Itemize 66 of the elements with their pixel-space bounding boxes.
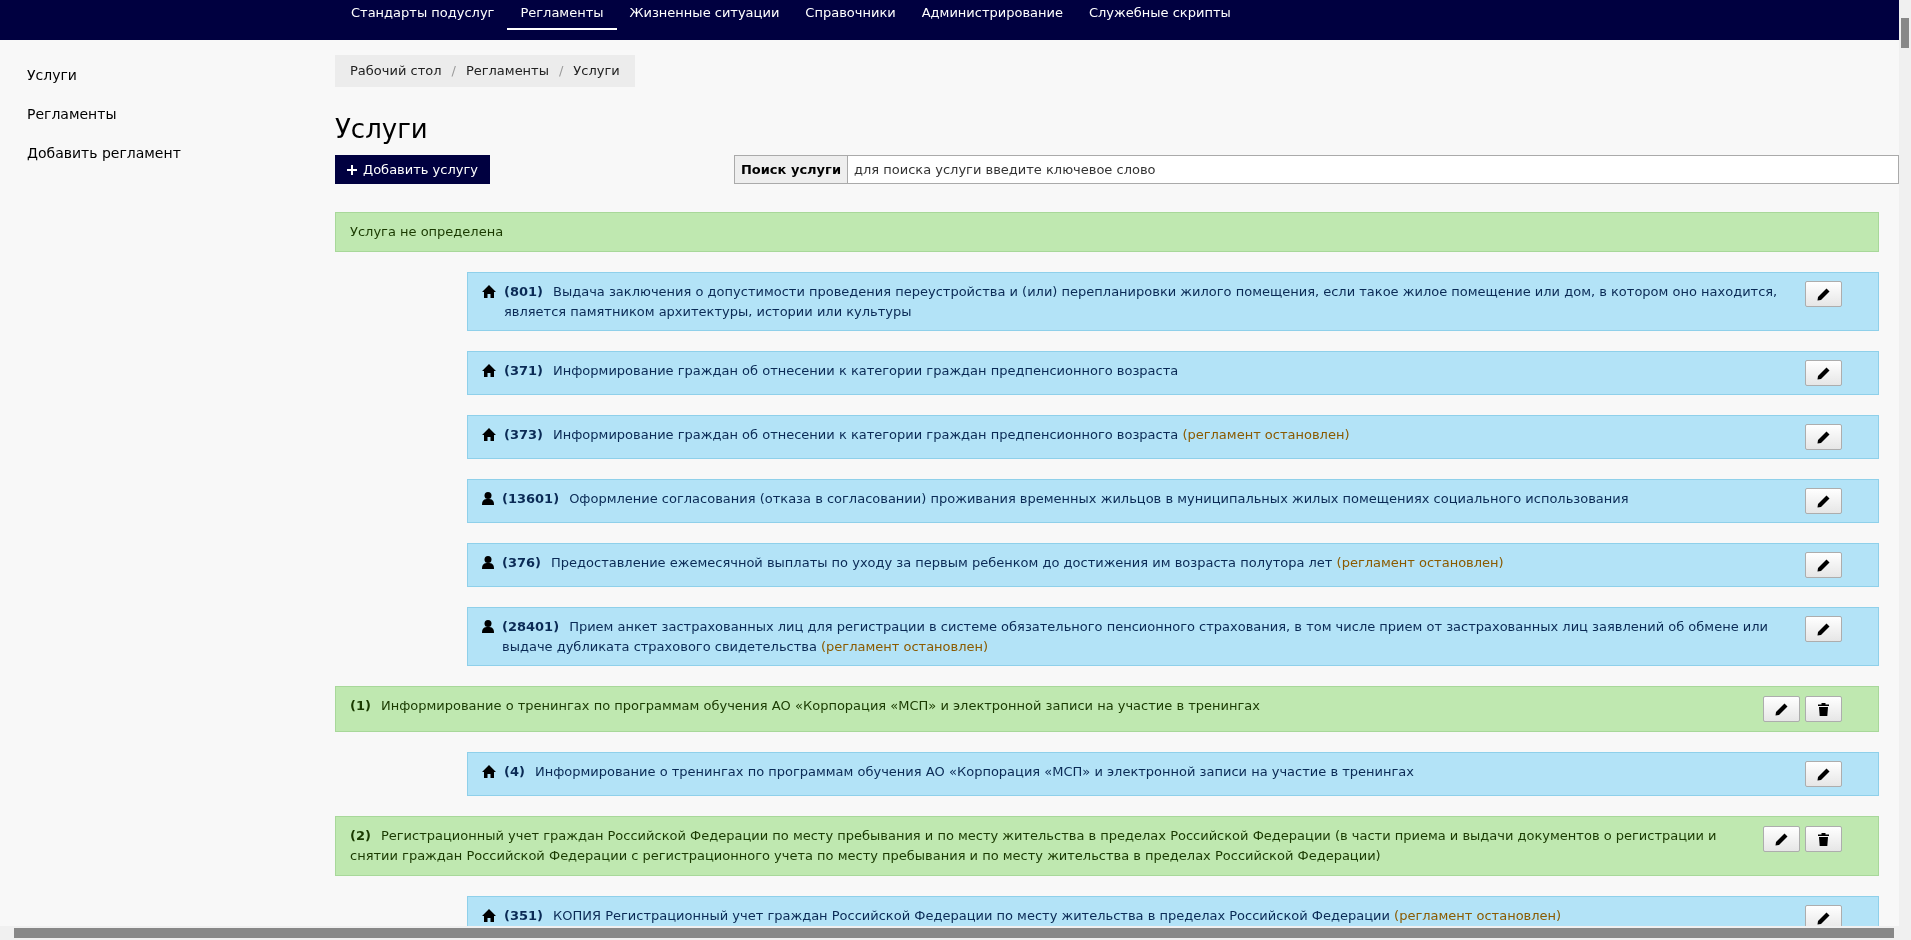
service-title: (371) Информирование граждан об отнесении к категории граждан предпенсионного возраста <box>504 362 1179 380</box>
breadcrumb-link[interactable]: Регламенты <box>465 61 549 81</box>
group-title: (2) Регистрационный учет граждан Российской Федерации по месту пребывания и по месту жительства в пределах Российской Федерации (в части приема и выдачи документов о регистрации и снятии граждан Российской Федерации с регистрационного учета по месту пребывания и по месту жительства в пределах Российской Федерации) <box>350 827 1718 865</box>
service-title: (373) Информирование граждан об отнесении к категории граждан предпенсионного возраста (регламент остановлен) <box>504 426 1350 444</box>
edit-button[interactable] <box>1805 616 1842 642</box>
scrollbar-thumb[interactable] <box>14 928 1894 938</box>
sidebar-link[interactable]: Регламенты <box>27 104 335 125</box>
trash-icon <box>1818 832 1829 846</box>
pencil-icon <box>1817 558 1830 572</box>
breadcrumb-current: Услуги <box>573 62 620 81</box>
nav-link[interactable]: Администрирование <box>908 0 1076 30</box>
pencil-icon <box>1817 287 1830 301</box>
person-icon <box>482 492 494 505</box>
edit-button[interactable] <box>1805 905 1842 926</box>
pencil-icon <box>1775 832 1788 846</box>
nav-link[interactable]: Жизненные ситуации <box>616 0 793 30</box>
service-title: (351) КОПИЯ Регистрационный учет граждан Российской Федерации по месту жительства в пределах Российской Федерации (регламент остановлен) <box>504 907 1562 925</box>
home-icon <box>482 285 496 298</box>
service-title: (376) Предоставление ежемесячной выплаты по уходу за первым ребенком до достижения им возраста полутора лет (регламент остановлен) <box>502 554 1504 572</box>
edit-button[interactable] <box>1763 696 1800 722</box>
delete-button[interactable] <box>1805 696 1842 722</box>
edit-button[interactable] <box>1805 281 1842 307</box>
vertical-scrollbar[interactable] <box>1899 0 1911 926</box>
service-title: (28401) Прием анкет застрахованных лиц для регистрации в системе обязательного пенсионного страхования, в том числе прием от застрахованных лиц заявлений об обмене или выдаче дубликата страхового свидетельства (регламент остановлен) <box>502 618 1769 656</box>
pencil-icon <box>1817 366 1830 380</box>
page-title: Услуги <box>335 113 429 145</box>
home-icon <box>482 428 496 441</box>
trash-icon <box>1818 702 1829 716</box>
add-service-button[interactable]: Добавить услугу <box>335 155 490 184</box>
edit-button[interactable] <box>1763 826 1800 852</box>
search-field[interactable]: для поиска услуги введите ключевое слово <box>848 155 1899 184</box>
breadcrumb-separator: / <box>558 62 564 81</box>
person-icon <box>482 556 494 569</box>
sidebar-link[interactable]: Добавить регламент <box>27 143 335 164</box>
home-icon <box>482 765 496 778</box>
service-title: (4) Информирование о тренингах по программам обучения АО «Корпорация «МСП» и электронной записи на участие в тренингах <box>504 763 1414 781</box>
pencil-icon <box>1817 767 1830 781</box>
breadcrumb-separator: / <box>451 62 456 81</box>
service-title: (13601) Оформление согласования (отказа в согласовании) проживания временных жильцов в муниципальных жилых помещениях социального использования <box>502 490 1629 508</box>
edit-button[interactable] <box>1805 360 1842 386</box>
edit-button[interactable] <box>1805 424 1842 450</box>
group-title: (1) Информирование о тренингах по программам обучения АО «Корпорация «МСП» и электронной записи на участие в тренингах <box>350 697 1261 715</box>
pencil-icon <box>1817 911 1830 925</box>
pencil-icon <box>1817 622 1830 636</box>
nav-link[interactable]: Справочники <box>792 0 909 30</box>
breadcrumb-link[interactable]: Рабочий стол <box>350 61 442 81</box>
person-icon <box>482 620 494 633</box>
home-icon <box>482 364 496 377</box>
search-label: Поиск услуги <box>733 155 848 184</box>
nav-link[interactable]: Регламенты <box>507 0 617 30</box>
edit-button[interactable] <box>1805 761 1842 787</box>
plus-icon <box>347 164 357 175</box>
nav-link[interactable]: Служебные скрипты <box>1076 0 1244 30</box>
edit-button[interactable] <box>1805 488 1842 514</box>
edit-button[interactable] <box>1805 552 1842 578</box>
scrollbar-thumb[interactable] <box>1901 18 1909 48</box>
service-title: (801) Выдача заключения о допустимости проведения переустройства и (или) перепланировки жилого помещения, если такое жилое помещение или дом, в котором оно находится, является памятником архитектуры, истории или культуры <box>504 283 1779 321</box>
horizontal-scrollbar[interactable] <box>0 926 1911 940</box>
pencil-icon <box>1775 702 1788 716</box>
group-title: Услуга не определена <box>350 223 505 241</box>
delete-button[interactable] <box>1805 826 1842 852</box>
home-icon <box>482 909 496 922</box>
sidebar-link[interactable]: Услуги <box>27 65 335 86</box>
pencil-icon <box>1817 494 1830 508</box>
pencil-icon <box>1817 430 1830 444</box>
nav-link[interactable]: Стандарты подуслуг <box>338 0 508 30</box>
